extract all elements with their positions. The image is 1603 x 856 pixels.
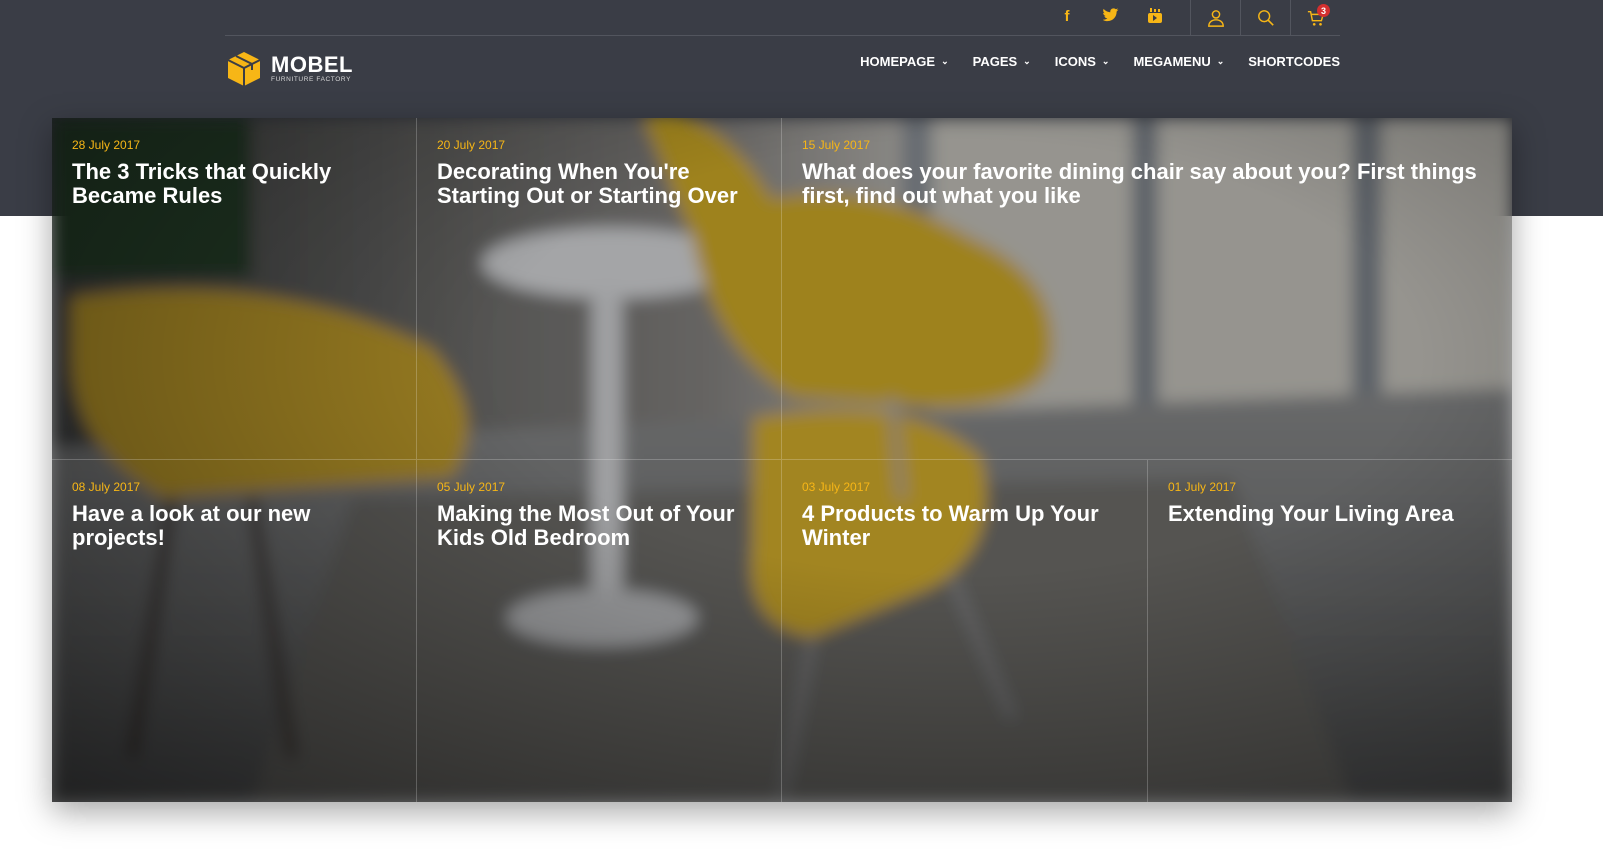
post-date: 01 July 2017 xyxy=(1168,480,1237,494)
post-date: 08 July 2017 xyxy=(72,480,141,494)
nav-megamenu[interactable]: MEGAMENU ⌄ xyxy=(1133,54,1224,69)
account-button[interactable] xyxy=(1190,0,1240,36)
blog-post-card[interactable]: 01 July 2017 Extending Your Living Area xyxy=(1148,460,1512,802)
post-title[interactable]: Decorating When You're Starting Out or S… xyxy=(437,160,761,208)
nav-label: PAGES xyxy=(972,54,1018,69)
post-title[interactable]: 4 Products to Warm Up Your Winter xyxy=(802,502,1127,550)
cart-count-badge: 3 xyxy=(1317,4,1330,17)
blog-grid: 28 July 2017 The 3 Tricks that Quickly B… xyxy=(52,118,1512,802)
post-date: 28 July 2017 xyxy=(72,138,141,152)
nav-shortcodes[interactable]: SHORTCODES xyxy=(1248,54,1340,69)
utility-bar: 3 xyxy=(1190,0,1340,36)
cart-button[interactable]: 3 xyxy=(1290,0,1340,36)
post-title[interactable]: Have a look at our new projects! xyxy=(72,502,396,550)
logo-text: MOBEL FURNITURE FACTORY xyxy=(271,54,353,84)
blog-post-card[interactable]: 28 July 2017 The 3 Tricks that Quickly B… xyxy=(52,118,417,460)
brand-name: MOBEL xyxy=(271,52,353,77)
nav-pages[interactable]: PAGES ⌄ xyxy=(973,54,1031,69)
facebook-icon[interactable]: f xyxy=(1057,8,1077,28)
blog-post-card[interactable]: 20 July 2017 Decorating When You're Star… xyxy=(417,118,782,460)
main-nav: HOMEPAGE ⌄ PAGES ⌄ ICONS ⌄ MEGAMENU ⌄ SHORTC… xyxy=(860,54,1340,69)
chevron-down-icon: ⌄ xyxy=(1101,56,1110,66)
nav-icons[interactable]: ICONS ⌄ xyxy=(1055,54,1110,69)
post-date: 05 July 2017 xyxy=(437,480,506,494)
blog-post-card[interactable]: 03 July 2017 4 Products to Warm Up Your … xyxy=(782,460,1148,802)
social-links: f xyxy=(1057,8,1165,28)
user-icon xyxy=(1207,10,1224,27)
post-date: 20 July 2017 xyxy=(437,138,506,152)
logo[interactable]: MOBEL FURNITURE FACTORY xyxy=(225,50,353,88)
twitter-icon[interactable] xyxy=(1101,8,1121,28)
post-date: 03 July 2017 xyxy=(802,480,871,494)
search-icon xyxy=(1257,10,1274,26)
youtube-icon[interactable] xyxy=(1145,8,1165,28)
chevron-down-icon: ⌄ xyxy=(941,56,949,66)
box-logo-icon xyxy=(227,52,261,86)
brand-tagline: FURNITURE FACTORY xyxy=(271,76,352,83)
blog-post-card[interactable]: 08 July 2017 Have a look at our new proj… xyxy=(52,460,417,802)
post-title[interactable]: Extending Your Living Area xyxy=(1168,502,1492,526)
chevron-down-icon: ⌄ xyxy=(1023,56,1031,66)
top-bar: f 3 xyxy=(225,0,1340,36)
nav-label: ICONS xyxy=(1054,54,1096,69)
nav-label: SHORTCODES xyxy=(1248,54,1340,69)
post-title[interactable]: The 3 Tricks that Quickly Became Rules xyxy=(72,160,396,208)
nav-label: HOMEPAGE xyxy=(860,54,936,69)
post-date: 15 July 2017 xyxy=(802,138,871,152)
search-button[interactable] xyxy=(1240,0,1290,36)
blog-post-card[interactable]: 05 July 2017 Making the Most Out of Your… xyxy=(417,460,782,802)
blog-post-card[interactable]: 15 July 2017 What does your favorite din… xyxy=(782,118,1512,460)
chevron-down-icon: ⌄ xyxy=(1216,56,1225,66)
post-title[interactable]: Making the Most Out of Your Kids Old Bed… xyxy=(437,502,761,550)
nav-homepage[interactable]: HOMEPAGE ⌄ xyxy=(860,54,948,69)
post-title[interactable]: What does your favorite dining chair say… xyxy=(802,160,1492,208)
nav-label: MEGAMENU xyxy=(1133,54,1211,69)
